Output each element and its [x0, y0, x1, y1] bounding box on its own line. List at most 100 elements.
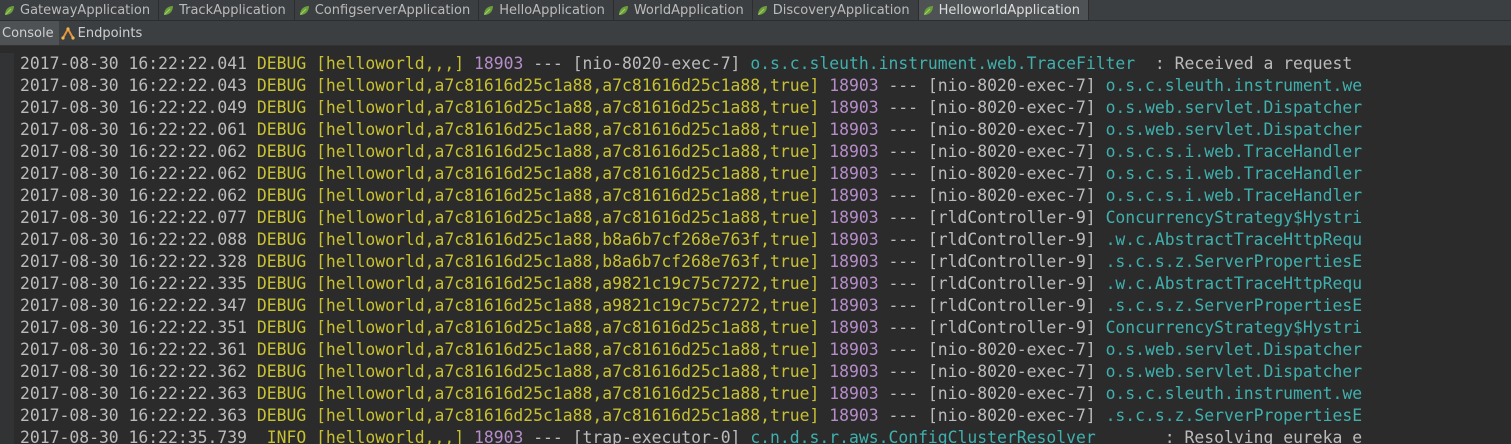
log-thread: [nio-8020-exec-7] [927, 120, 1096, 139]
log-separator: --- [888, 230, 919, 249]
spring-leaf-icon [923, 5, 934, 16]
log-logger: .s.c.s.z.ServerPropertiesE [1105, 296, 1363, 315]
log-level: DEBUG [256, 384, 307, 403]
log-trace-ids: [helloworld,a7c81616d25c1a88,a7c81616d25… [316, 362, 820, 381]
log-pid: 18903 [829, 76, 879, 95]
spring-leaf-icon [483, 5, 494, 16]
log-timestamp: 2017-08-30 16:22:22.361 [20, 340, 247, 359]
log-timestamp: 2017-08-30 16:22:22.335 [20, 274, 247, 293]
log-level: DEBUG [256, 230, 307, 249]
log-thread: [rldController-9] [927, 252, 1096, 271]
log-trace-ids: [helloworld,a7c81616d25c1a88,a9821c19c75… [316, 274, 820, 293]
log-level: DEBUG [256, 54, 307, 73]
log-pid: 18903 [829, 406, 879, 425]
tab-discoveryapplication[interactable]: DiscoveryApplication [753, 0, 919, 20]
log-timestamp: 2017-08-30 16:22:22.041 [20, 54, 247, 73]
log-separator: --- [888, 296, 919, 315]
log-separator: --- [888, 164, 919, 183]
log-level: DEBUG [256, 186, 307, 205]
log-thread: [nio-8020-exec-7] [927, 142, 1096, 161]
log-line: 2017-08-30 16:22:22.361 DEBUG [helloworl… [20, 339, 1362, 361]
log-level: DEBUG [256, 406, 307, 425]
log-logger: o.s.c.s.i.web.TraceHandler [1105, 164, 1363, 183]
log-thread: [nio-8020-exec-7] [927, 340, 1096, 359]
log-separator: --- [888, 120, 919, 139]
log-thread: [nio-8020-exec-7] [927, 76, 1096, 95]
log-level: DEBUG [256, 120, 307, 139]
log-thread: [nio-8020-exec-7] [927, 98, 1096, 117]
tab-helloworldapplication[interactable]: HelloworldApplication [918, 0, 1089, 20]
log-thread: [nio-8020-exec-7] [927, 186, 1096, 205]
log-timestamp: 2017-08-30 16:22:22.043 [20, 76, 247, 95]
log-trace-ids: [helloworld,a7c81616d25c1a88,b8a6b7cf268… [316, 252, 820, 271]
tab-label: DiscoveryApplication [772, 2, 910, 18]
log-line: 2017-08-30 16:22:22.062 DEBUG [helloworl… [20, 185, 1362, 207]
log-line: 2017-08-30 16:22:22.062 DEBUG [helloworl… [20, 141, 1362, 163]
log-line: 2017-08-30 16:22:22.363 DEBUG [helloworl… [20, 405, 1362, 427]
log-line: 2017-08-30 16:22:22.335 DEBUG [helloworl… [20, 273, 1362, 295]
log-thread: [nio-8020-exec-7] [572, 54, 741, 73]
log-trace-ids: [helloworld,a7c81616d25c1a88,a7c81616d25… [316, 98, 820, 117]
log-separator: --- [888, 186, 919, 205]
log-line: 2017-08-30 16:22:22.077 DEBUG [helloworl… [20, 207, 1362, 229]
log-level: INFO [256, 428, 307, 444]
log-thread: [rldController-9] [927, 274, 1096, 293]
log-logger: .w.c.AbstractTraceHttpRequ [1105, 230, 1363, 249]
tab-console[interactable]: Console [0, 21, 59, 45]
log-timestamp: 2017-08-30 16:22:22.061 [20, 120, 247, 139]
log-trace-ids: [helloworld,a7c81616d25c1a88,a7c81616d25… [316, 120, 820, 139]
log-trace-ids: [helloworld,a7c81616d25c1a88,a7c81616d25… [316, 142, 820, 161]
tab-gatewayapplication[interactable]: GatewayApplication [0, 0, 160, 20]
log-line: 2017-08-30 16:22:22.041 DEBUG [helloworl… [20, 53, 1362, 75]
log-level: DEBUG [256, 318, 307, 337]
log-trace-ids: [helloworld,,,] [316, 428, 465, 444]
log-separator: --- [533, 428, 563, 444]
console-output[interactable]: 2017-08-30 16:22:22.041 DEBUG [helloworl… [0, 53, 1511, 444]
log-level: DEBUG [256, 164, 307, 183]
log-level: DEBUG [256, 98, 307, 117]
log-level: DEBUG [256, 340, 307, 359]
log-thread: [nio-8020-exec-7] [927, 362, 1096, 381]
log-logger: o.s.c.sleuth.instrument.web.TraceFilter [750, 54, 1136, 73]
log-separator: --- [533, 54, 563, 73]
log-separator: --- [888, 252, 919, 271]
log-separator: --- [888, 384, 919, 403]
log-logger: o.s.web.servlet.Dispatcher [1105, 98, 1363, 117]
log-message: : Received a request [1135, 54, 1353, 73]
log-timestamp: 2017-08-30 16:22:22.077 [20, 208, 247, 227]
log-level: DEBUG [256, 208, 307, 227]
log-thread: [nio-8020-exec-7] [927, 164, 1096, 183]
tab-endpoints[interactable]: Endpoints [59, 21, 148, 45]
log-timestamp: 2017-08-30 16:22:35.739 [20, 428, 247, 444]
log-timestamp: 2017-08-30 16:22:22.062 [20, 186, 247, 205]
log-line: 2017-08-30 16:22:22.362 DEBUG [helloworl… [20, 361, 1362, 383]
console-tab-label: Console [2, 25, 54, 41]
log-timestamp: 2017-08-30 16:22:22.351 [20, 318, 247, 337]
log-trace-ids: [helloworld,a7c81616d25c1a88,a7c81616d25… [316, 164, 820, 183]
tab-trackapplication[interactable]: TrackApplication [159, 0, 295, 20]
log-timestamp: 2017-08-30 16:22:22.362 [20, 362, 247, 381]
spring-leaf-icon [4, 5, 15, 16]
log-line: 2017-08-30 16:22:22.328 DEBUG [helloworl… [20, 251, 1362, 273]
log-timestamp: 2017-08-30 16:22:22.363 [20, 384, 247, 403]
tab-helloapplication[interactable]: HelloApplication [479, 0, 614, 20]
log-logger: o.s.c.s.i.web.TraceHandler [1105, 142, 1363, 161]
log-trace-ids: [helloworld,a7c81616d25c1a88,a7c81616d25… [316, 384, 820, 403]
log-line: 2017-08-30 16:22:22.351 DEBUG [helloworl… [20, 317, 1362, 339]
log-pid: 18903 [829, 186, 879, 205]
tab-worldapplication[interactable]: WorldApplication [614, 0, 753, 20]
tab-configserverapplication[interactable]: ConfigserverApplication [295, 0, 480, 20]
log-thread: [rldController-9] [927, 208, 1096, 227]
log-thread: [rldController-9] [927, 318, 1096, 337]
log-pid: 18903 [829, 120, 879, 139]
log-separator: --- [888, 318, 919, 337]
log-logger: .s.c.s.z.ServerPropertiesE [1105, 406, 1363, 425]
log-line: 2017-08-30 16:22:22.061 DEBUG [helloworl… [20, 119, 1362, 141]
tab-label: HelloApplication [499, 2, 605, 18]
log-timestamp: 2017-08-30 16:22:22.062 [20, 164, 247, 183]
log-line: 2017-08-30 16:22:35.739 INFO [helloworld… [20, 427, 1362, 444]
log-pid: 18903 [829, 164, 879, 183]
log-line: 2017-08-30 16:22:22.062 DEBUG [helloworl… [20, 163, 1362, 185]
console-lines: 2017-08-30 16:22:22.041 DEBUG [helloworl… [20, 53, 1362, 444]
log-timestamp: 2017-08-30 16:22:22.363 [20, 406, 247, 425]
